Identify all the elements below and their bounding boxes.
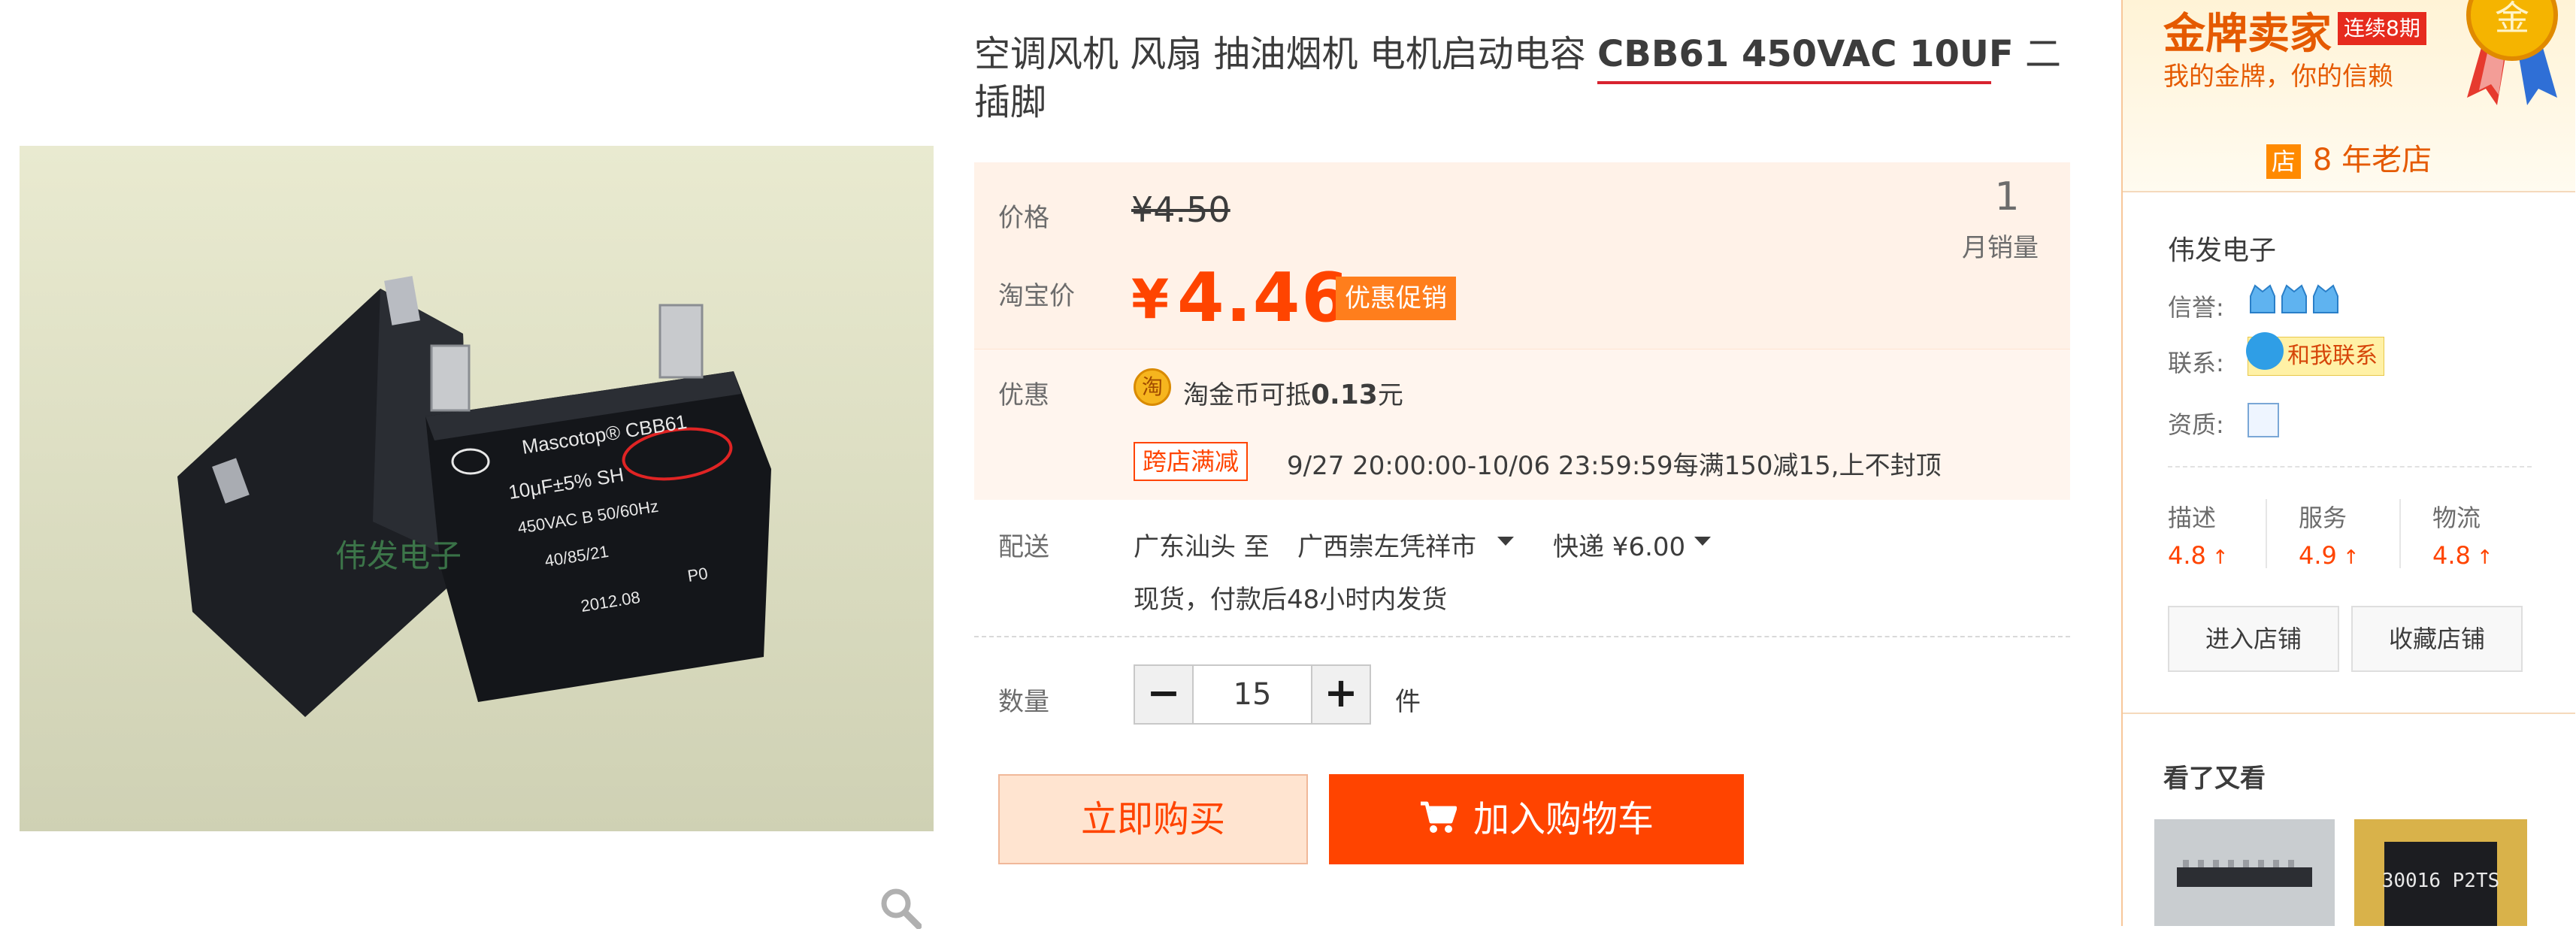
- score-value: 4.8: [2432, 541, 2471, 570]
- store-age: 8 年老店: [2312, 143, 2432, 177]
- quantity-decrease-button[interactable]: −: [1134, 664, 1194, 725]
- chevron-down-icon[interactable]: [1694, 537, 1711, 546]
- taobao-coin-icon: 淘: [1134, 368, 1171, 406]
- gold-seller-slogan: 我的金牌，你的信赖: [2163, 62, 2393, 92]
- photo-watermark: 伟发电子: [335, 537, 462, 574]
- score-service-label: 服务: [2299, 504, 2347, 532]
- score-service-value: 4.9 ↑: [2299, 541, 2360, 570]
- quantity-input[interactable]: 15: [1194, 664, 1311, 725]
- monthly-sales-label: 月销量: [1962, 233, 2039, 263]
- store-icon: 店: [2266, 144, 2301, 179]
- also-viewed-item-thumbnail[interactable]: [2154, 819, 2335, 926]
- currency-symbol: ¥: [1131, 268, 1170, 331]
- taobao-price: 4.46: [1177, 259, 1351, 337]
- title-model: CBB61 450VAC 10UF: [1597, 33, 2014, 75]
- quantity-increase-button[interactable]: +: [1311, 664, 1371, 725]
- license-icon[interactable]: [2248, 403, 2279, 437]
- promo-tag: 优惠促销: [1336, 277, 1456, 320]
- shipping-method-select[interactable]: 快递 ¥6.00: [1553, 526, 1685, 563]
- arrow-up-icon: ↑: [2211, 546, 2229, 569]
- shipping-origin: 广东汕头 至: [1134, 532, 1270, 562]
- arrow-up-icon: ↑: [2342, 546, 2360, 569]
- divider: [974, 636, 2070, 637]
- discount-label: 优惠: [998, 380, 1049, 410]
- taobao-price-label: 淘宝价: [998, 281, 1075, 311]
- contact-label: 联系:: [2168, 349, 2224, 377]
- monthly-sales-count: 1: [1994, 174, 2020, 219]
- cross-store-discount-tag[interactable]: 跨店满减: [1134, 442, 1249, 481]
- add-to-cart-label: 加入购物车: [1473, 798, 1654, 840]
- reputation-label: 信誉:: [2168, 293, 2224, 322]
- score-logistics-value: 4.8 ↑: [2432, 541, 2493, 570]
- score-description-value: 4.8 ↑: [2168, 541, 2229, 570]
- coin-suffix: 元: [1377, 380, 1403, 410]
- product-main-image[interactable]: Mascotop® CBB61 10μF±5% SH 450VAC B 50/6…: [20, 146, 934, 831]
- arrow-up-icon: ↑: [2476, 546, 2493, 569]
- chevron-down-icon[interactable]: [1497, 537, 1514, 546]
- cart-icon: [1419, 776, 1458, 867]
- thumbnail-chip-marking: 30016 P2TS: [2382, 870, 2500, 892]
- original-price: ¥4.50: [1131, 189, 1230, 230]
- divider: [2123, 713, 2575, 714]
- price-label: 价格: [998, 203, 1049, 233]
- title-prefix: 空调风机 风扇 抽油烟机 电机启动电容: [974, 33, 1598, 75]
- gold-seller-title: 金牌卖家: [2163, 10, 2332, 59]
- coin-discount-text: 淘金币可抵0.13元: [1183, 374, 1403, 411]
- score-description-label: 描述: [2168, 504, 2217, 532]
- quantity-label: 数量: [998, 687, 1049, 717]
- score-logistics-label: 物流: [2432, 504, 2481, 532]
- qualification-label: 资质:: [2168, 410, 2224, 439]
- shop-name[interactable]: 伟发电子: [2168, 228, 2276, 268]
- shipping-destination-select[interactable]: 广西崇左凭祥市: [1297, 526, 1476, 563]
- gold-medal-icon: 金: [2452, 0, 2572, 108]
- reputation-crown-icons[interactable]: [2248, 280, 2341, 325]
- product-title: 空调风机 风扇 抽油烟机 电机启动电容 CBB61 450VAC 10UF 二插…: [974, 30, 2064, 126]
- divider: [2168, 466, 2532, 468]
- score-value: 4.8: [2168, 541, 2206, 570]
- gold-seller-badge: 连续8期: [2338, 12, 2426, 45]
- shipping-label: 配送: [998, 532, 1049, 562]
- score-value: 4.9: [2299, 541, 2337, 570]
- chat-bubble-icon[interactable]: [2246, 332, 2284, 370]
- divider: [2123, 191, 2575, 192]
- coin-amount: 0.13: [1311, 380, 1378, 410]
- buy-now-button[interactable]: 立即购买: [998, 774, 1308, 864]
- also-viewed-title: 看了又看: [2163, 764, 2266, 794]
- store-age-row: 店 8 年老店: [2123, 135, 2575, 179]
- medal-text: 金: [2495, 0, 2529, 38]
- quantity-unit: 件: [1395, 687, 1421, 717]
- coin-prefix: 淘金币可抵: [1183, 380, 1311, 410]
- enter-shop-button[interactable]: 进入店铺: [2168, 606, 2339, 672]
- magnifier-icon[interactable]: [879, 887, 922, 930]
- divider: [2266, 499, 2267, 568]
- also-viewed-item-thumbnail[interactable]: 30016 P2TS: [2354, 819, 2527, 926]
- shipping-note: 现货，付款后48小时内发货: [1134, 585, 1448, 615]
- cross-store-discount-text: 9/27 20:00:00-10/06 23:59:59每满150减15,上不封…: [1287, 451, 1942, 481]
- add-to-cart-button[interactable]: 加入购物车: [1329, 774, 1744, 864]
- favorite-shop-button[interactable]: 收藏店铺: [2351, 606, 2523, 672]
- svg-text:P0: P0: [686, 564, 710, 586]
- divider: [2399, 499, 2401, 568]
